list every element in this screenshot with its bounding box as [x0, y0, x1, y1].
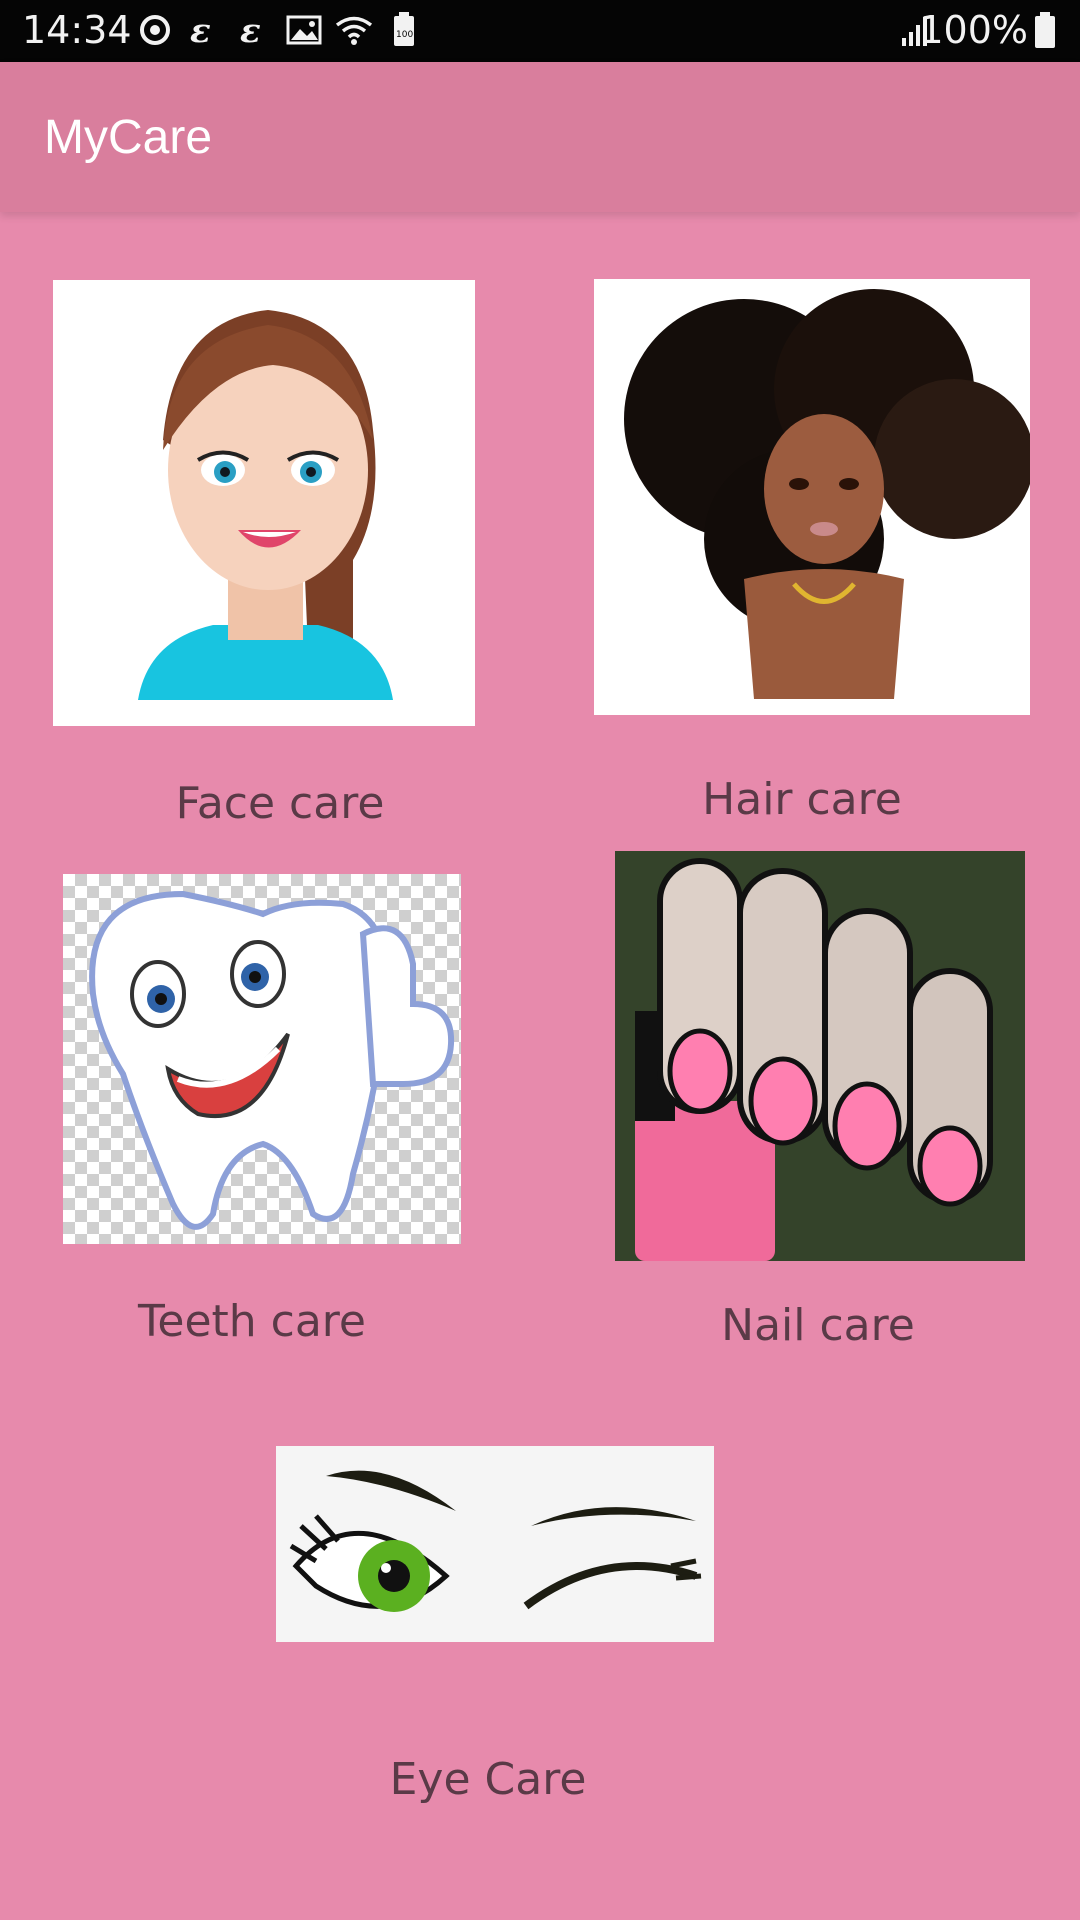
e-icon: ε — [190, 11, 211, 50]
battery-percent: 100% — [919, 8, 1028, 52]
svg-text:ε: ε — [190, 11, 211, 50]
svg-text:ε: ε — [240, 11, 261, 50]
status-bar: 14:34 ε ε 100 100% — [0, 0, 1080, 62]
wifi-icon — [335, 16, 373, 45]
painted-nails-icon — [615, 851, 1025, 1261]
teeth-care-label[interactable]: Teeth care — [92, 1296, 412, 1347]
winking-eye-icon — [289, 1470, 702, 1612]
nail-care-image[interactable] — [615, 851, 1025, 1261]
teeth-care-image[interactable] — [63, 874, 461, 1244]
status-time: 14:34 — [22, 8, 132, 52]
app-title: MyCare — [44, 111, 213, 164]
image-icon — [286, 15, 322, 45]
face-care-image[interactable] — [53, 280, 475, 726]
e-icon: ε — [240, 11, 261, 50]
battery-saver-icon: 100 — [394, 12, 414, 46]
sync-icon — [140, 15, 170, 45]
svg-text:100: 100 — [396, 30, 413, 40]
battery-icon — [1035, 12, 1055, 48]
hair-care-image[interactable] — [594, 279, 1030, 715]
face-care-label[interactable]: Face care — [120, 778, 440, 829]
cartoon-tooth-icon — [89, 890, 455, 1230]
nail-care-label[interactable]: Nail care — [658, 1300, 978, 1351]
app-bar: MyCare — [0, 62, 1080, 212]
woman-face-icon — [138, 310, 393, 700]
hair-care-label[interactable]: Hair care — [642, 774, 962, 825]
afro-hair-icon — [624, 289, 1030, 699]
eye-care-image[interactable] — [276, 1446, 714, 1642]
eye-care-label[interactable]: Eye Care — [328, 1754, 648, 1805]
